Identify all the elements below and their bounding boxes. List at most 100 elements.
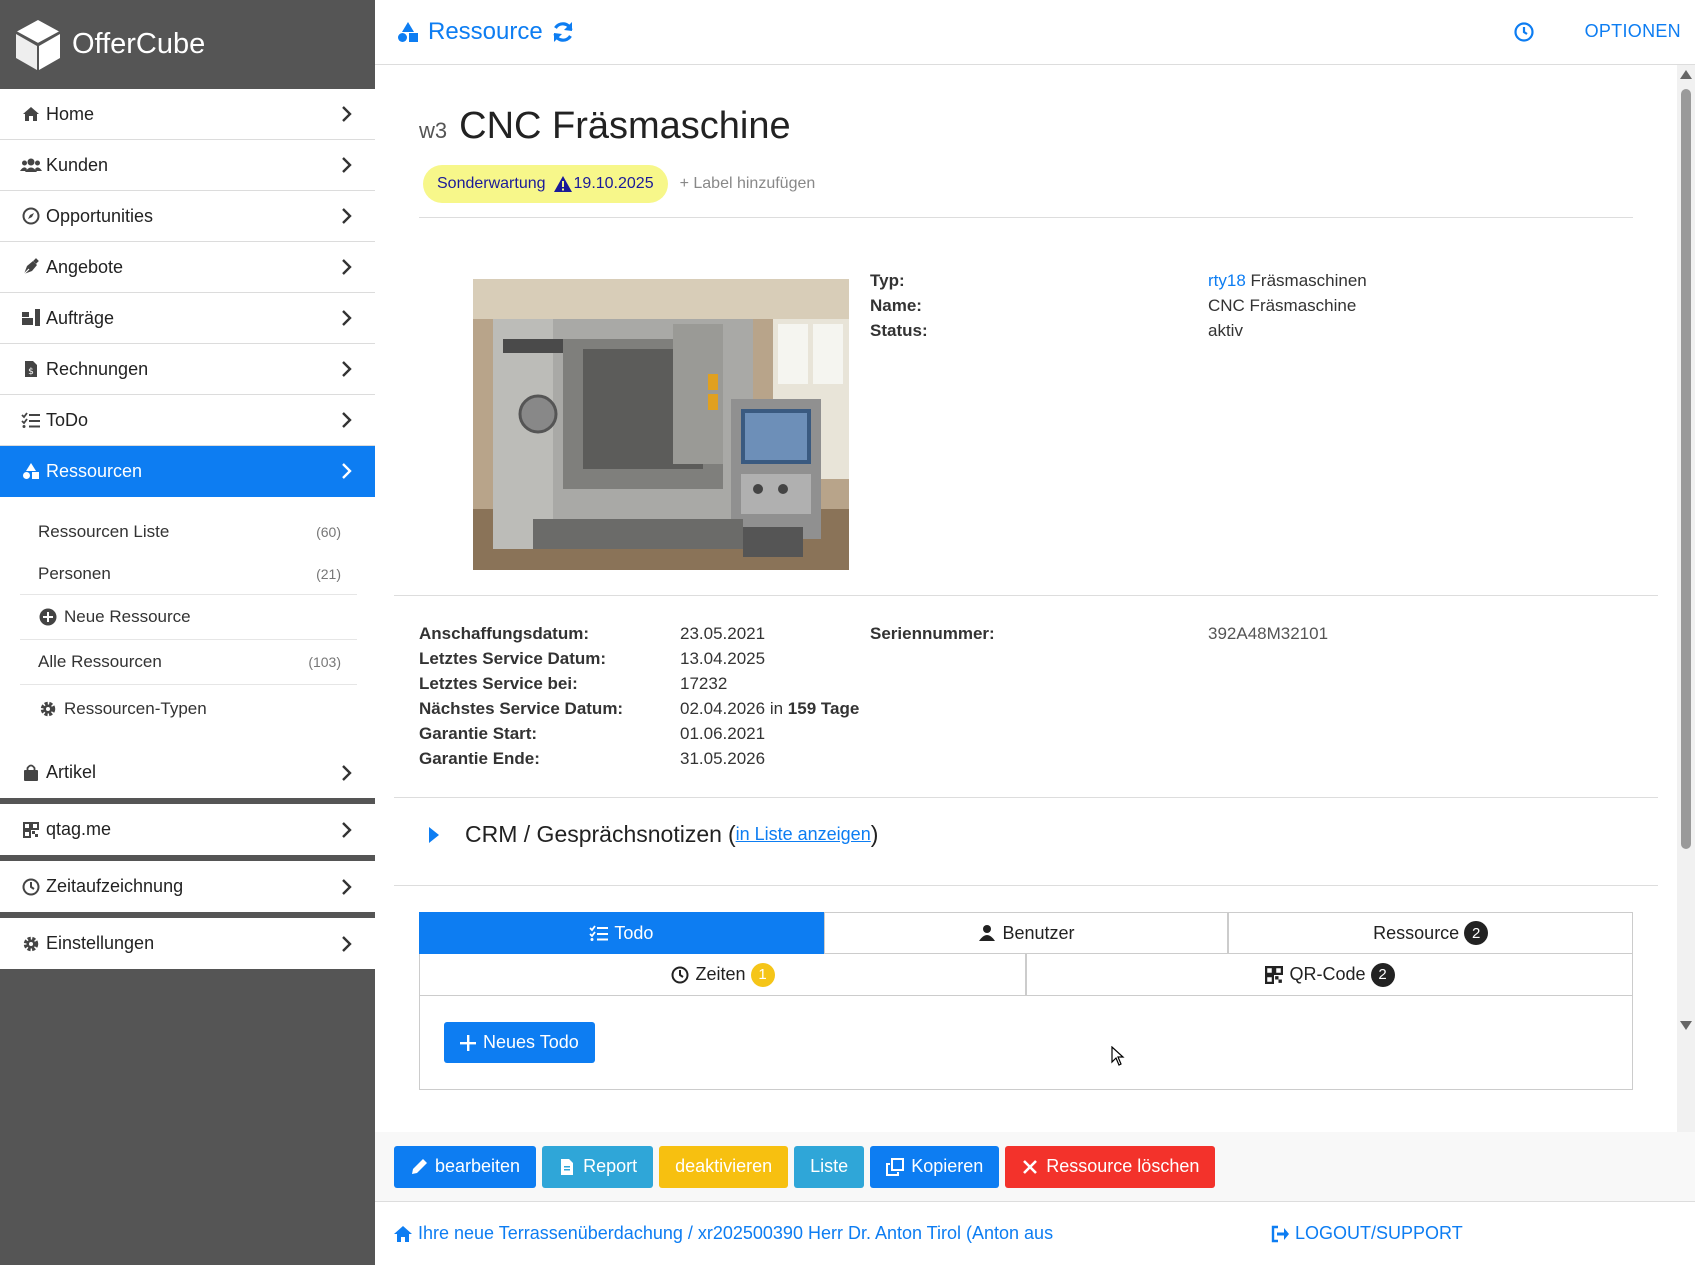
tab-ressource[interactable]: Ressource 2 [1228, 912, 1634, 954]
sidebar-item-todo[interactable]: ToDo [0, 395, 375, 446]
sidebar-item-home[interactable]: Home [0, 89, 375, 140]
tab-panel-todo: Neues Todo [419, 996, 1633, 1090]
chevron-right-icon [342, 310, 352, 326]
page-title-text: Ressource [428, 18, 543, 45]
qr-code-icon [20, 820, 42, 840]
submenu-item-alle-ressourcen[interactable]: Alle Ressourcen (103) [20, 640, 357, 685]
scrollbar-thumb[interactable] [1681, 89, 1691, 849]
tasks-icon [20, 410, 42, 430]
sidebar-item-qtag[interactable]: qtag.me [0, 804, 375, 855]
svg-text:$: $ [28, 367, 34, 377]
resource-code: w3 [419, 118, 448, 143]
submenu-item-label: Ressourcen-Typen [64, 699, 207, 718]
crm-list-link[interactable]: in Liste anzeigen [736, 824, 871, 845]
plus-icon [460, 1034, 476, 1051]
sidebar-item-label: Rechnungen [46, 358, 149, 379]
footer-breadcrumb-link[interactable]: Ihre neue Terrassenüberdachung / xr20250… [418, 1223, 1053, 1244]
tab-benutzer[interactable]: Benutzer [823, 912, 1229, 954]
typ-value: Fräsmaschinen [1250, 271, 1367, 290]
crm-section-toggle[interactable]: CRM / Gesprächsnotizen (in Liste anzeige… [427, 821, 878, 848]
scroll-down-arrow-icon[interactable] [1680, 1021, 1692, 1030]
delete-resource-button[interactable]: Ressource löschen [1005, 1145, 1216, 1188]
close-icon [1023, 1159, 1038, 1174]
divider [419, 217, 1633, 218]
tab-todo[interactable]: Todo [419, 912, 824, 954]
vertical-scrollbar[interactable] [1677, 65, 1695, 1132]
pen-nib-icon [20, 257, 42, 277]
edit-button[interactable]: bearbeiten [394, 1145, 537, 1188]
truck-loading-icon [20, 308, 42, 328]
label-text: Sonderwartung [437, 175, 546, 192]
compass-icon [20, 206, 42, 226]
add-label-link[interactable]: + Label hinzufügen [680, 175, 816, 193]
days-remaining: 159 Tage [787, 699, 860, 718]
sidebar-item-label: Opportunities [46, 205, 154, 226]
resource-heading: w3 CNC Fräsmaschine [419, 105, 791, 148]
submenu-item-ressourcen-typen[interactable]: Ressourcen-Typen [20, 685, 357, 733]
divider [394, 797, 1658, 798]
sidebar-item-label: Aufträge [46, 307, 115, 328]
typ-link[interactable]: rty18 [1208, 271, 1246, 290]
logout-label: LOGOUT/SUPPORT [1295, 1223, 1463, 1243]
status-value: aktiv [1208, 321, 1243, 340]
resource-photo[interactable] [473, 279, 849, 570]
submenu-item-personen[interactable]: Personen (21) [20, 553, 357, 595]
submenu-item-neue-ressource[interactable]: Neue Ressource [20, 595, 357, 640]
scroll-up-arrow-icon[interactable] [1680, 70, 1692, 79]
resource-info-keys: Typ: Name: Status: [870, 268, 928, 343]
serial-value: 392A48M32101 [1208, 624, 1329, 643]
tab-zeiten[interactable]: Zeiten 1 [419, 954, 1026, 996]
label-badge[interactable]: Sonderwartung 19.10.2025 [423, 165, 668, 203]
crm-paren: ) [870, 821, 879, 847]
name-value: CNC Fräsmaschine [1208, 296, 1357, 315]
tab-label: Zeiten [695, 964, 746, 984]
list-label: Liste [810, 1156, 849, 1176]
caret-right-icon [429, 826, 439, 843]
refresh-icon[interactable] [551, 20, 575, 44]
detail-key: Letztes Service Datum: [419, 649, 607, 668]
tab-label: Benutzer [1002, 922, 1075, 943]
sidebar-item-auftraege[interactable]: Aufträge [0, 293, 375, 344]
sidebar-item-label: Zeitaufzeichnung [46, 876, 184, 896]
tasks-icon [589, 925, 609, 941]
sidebar-item-opportunities[interactable]: Opportunities [0, 191, 375, 242]
count-badge: (21) [316, 565, 341, 582]
chevron-right-icon [342, 412, 352, 428]
label-date: 19.10.2025 [573, 175, 654, 192]
label-row: Sonderwartung 19.10.2025 + Label hinzufü… [423, 165, 815, 203]
logout-support-link[interactable]: LOGOUT/SUPPORT [1270, 1223, 1463, 1244]
sidebar-item-zeitaufzeichnung[interactable]: Zeitaufzeichnung [0, 861, 375, 912]
new-todo-button[interactable]: Neues Todo [444, 1022, 595, 1063]
name-key: Name: [870, 296, 922, 315]
history-clock-icon[interactable] [1513, 21, 1535, 43]
options-button[interactable]: OPTIONEN [1585, 21, 1681, 42]
sign-out-icon [1271, 1225, 1289, 1242]
sidebar-item-ressourcen[interactable]: Ressourcen [0, 446, 375, 497]
tab-label: QR-Code [1289, 964, 1366, 984]
sidebar-item-rechnungen[interactable]: $ Rechnungen [0, 344, 375, 395]
main-content: w3 CNC Fräsmaschine Sonderwartung 19.10.… [375, 65, 1677, 1132]
sidebar-item-einstellungen[interactable]: Einstellungen [0, 918, 375, 969]
copy-label: Kopieren [911, 1156, 984, 1176]
submenu-item-label: Personen [38, 563, 111, 583]
sidebar-item-artikel[interactable]: Artikel [0, 747, 375, 798]
detail-value: 23.05.2021 [680, 624, 766, 643]
tab-qr-code[interactable]: QR-Code 2 [1026, 954, 1633, 996]
brand[interactable]: OfferCube [0, 0, 375, 89]
report-button[interactable]: Report [542, 1145, 654, 1188]
submenu-item-ressourcen-liste[interactable]: Ressourcen Liste (60) [20, 511, 357, 553]
submenu-item-label: Neue Ressource [64, 607, 191, 626]
copy-button[interactable]: Kopieren [870, 1145, 1000, 1188]
sidebar-item-kunden[interactable]: Kunden [0, 140, 375, 191]
detail-value: 17232 [680, 674, 728, 693]
divider [394, 595, 1658, 596]
pencil-icon [412, 1158, 427, 1174]
deactivate-button[interactable]: deaktivieren [659, 1145, 789, 1188]
count-badge: (103) [308, 654, 341, 670]
gear-icon [20, 934, 42, 954]
sidebar-item-angebote[interactable]: Angebote [0, 242, 375, 293]
list-button[interactable]: Liste [794, 1145, 865, 1188]
brand-name: OfferCube [72, 28, 206, 60]
sidebar-item-label: Einstellungen [46, 933, 155, 953]
cube-logo-icon [15, 19, 61, 70]
